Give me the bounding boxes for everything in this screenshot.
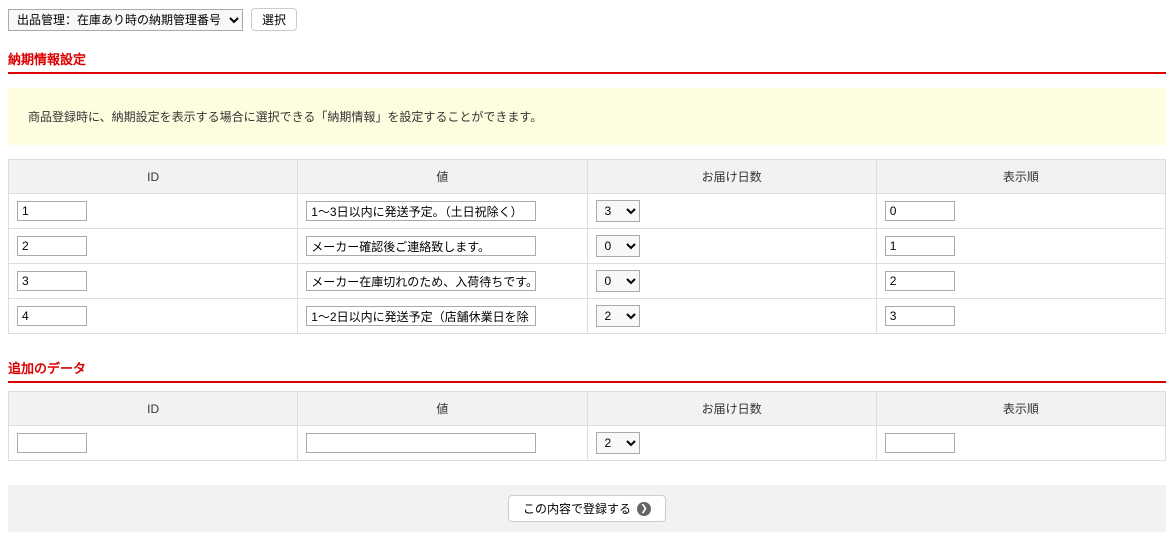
submit-button[interactable]: この内容で登録する ❯ [508,495,666,522]
order-input[interactable] [885,306,955,326]
chevron-right-icon: ❯ [637,502,651,516]
table-row: 2 [9,299,1166,334]
order-input[interactable] [885,433,955,453]
col-header-days: お届け日数 [587,160,876,194]
col-header-order: 表示順 [876,160,1165,194]
days-select[interactable]: 2 [596,432,640,454]
id-input[interactable] [17,236,87,256]
table-row: 0 [9,229,1166,264]
value-input[interactable] [306,433,536,453]
section-title-additional-data: 追加のデータ [8,358,1166,383]
additional-data-table: ID 値 お届け日数 表示順 2 [8,391,1166,461]
info-box: 商品登録時に、納期設定を表示する場合に選択できる「納期情報」を設定することができ… [8,88,1166,145]
value-input[interactable] [306,306,536,326]
days-select[interactable]: 3 [596,200,640,222]
col-header-value: 値 [298,160,587,194]
value-input[interactable] [306,271,536,291]
submit-label: この内容で登録する [523,500,631,517]
order-input[interactable] [885,201,955,221]
delivery-info-table: ID 値 お届け日数 表示順 3 0 0 2 [8,159,1166,334]
col-header-value: 値 [298,392,587,426]
table-row: 3 [9,194,1166,229]
submit-bar: この内容で登録する ❯ [8,485,1166,532]
days-select[interactable]: 0 [596,235,640,257]
col-header-id: ID [9,392,298,426]
table-row: 2 [9,426,1166,461]
col-header-id: ID [9,160,298,194]
section-title-delivery-info: 納期情報設定 [8,49,1166,74]
days-select[interactable]: 2 [596,305,640,327]
select-button[interactable]: 選択 [251,8,297,31]
table-row: 0 [9,264,1166,299]
col-header-order: 表示順 [876,392,1165,426]
management-select[interactable]: 出品管理：在庫あり時の納期管理番号 [8,9,243,31]
id-input[interactable] [17,306,87,326]
days-select[interactable]: 0 [596,270,640,292]
value-input[interactable] [306,236,536,256]
order-input[interactable] [885,236,955,256]
id-input[interactable] [17,433,87,453]
top-controls: 出品管理：在庫あり時の納期管理番号 選択 [8,8,1166,31]
col-header-days: お届け日数 [587,392,876,426]
order-input[interactable] [885,271,955,291]
id-input[interactable] [17,201,87,221]
value-input[interactable] [306,201,536,221]
id-input[interactable] [17,271,87,291]
